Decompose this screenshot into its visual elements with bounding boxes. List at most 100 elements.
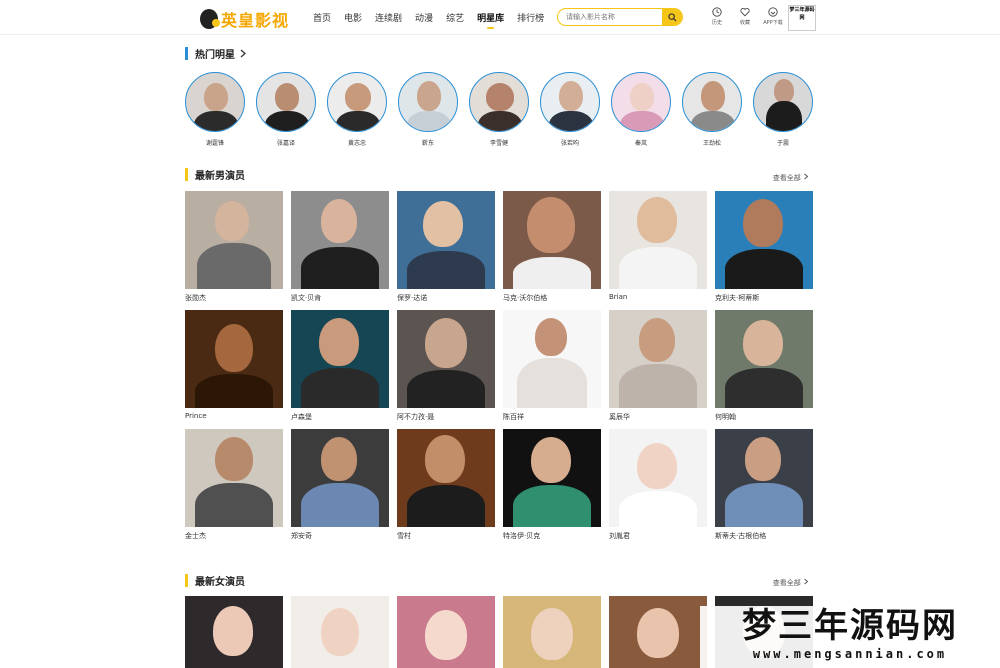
actor-name: 刘胤君 [609,532,630,540]
favorites-button[interactable]: 收藏 [734,7,756,26]
actor-name: 金士杰 [185,532,206,540]
actress-card[interactable] [609,596,707,668]
star-name: 李雪健 [489,140,508,147]
more-label: 查看全部 [772,174,801,182]
nav-anime[interactable]: 动漫 [415,11,433,24]
nav-ranking[interactable]: 排行榜 [517,11,544,24]
search-button[interactable] [662,9,682,25]
actor-photo [185,191,283,289]
actor-card[interactable]: 卢森堡 [291,310,389,422]
actor-card[interactable]: 张勋杰 [185,191,283,303]
actor-photo [185,310,283,408]
actor-card[interactable]: 何明翰 [715,310,813,422]
hot-stars-heading[interactable]: 热门明星 [185,46,247,61]
app-download-button[interactable]: APP下载 [762,7,784,26]
actor-card[interactable]: Brian [609,191,707,303]
actor-photo [291,191,389,289]
star-avatar [185,72,245,132]
actor-photo [609,191,707,289]
history-button[interactable]: 历史 [706,7,728,26]
actor-name: 马克·沃尔伯格 [503,294,548,302]
qr-code: 梦三年源码网 [788,5,816,31]
actor-card[interactable]: 刘胤君 [609,429,707,541]
actor-name: 何明翰 [715,413,736,421]
nav-home[interactable]: 首页 [313,11,331,24]
actor-card[interactable]: 雪村 [397,429,495,541]
actor-name: 陈百祥 [503,413,524,421]
star-item[interactable]: 秦岚 [611,72,671,147]
hot-stars-list: 谢霆锋 张嘉译 黄志忠 靳东 李雪健 张若昀 秦岚 王劲松 于震 [185,72,824,147]
star-item[interactable]: 王劲松 [682,72,742,147]
female-actors-heading: 最新女演员 [185,573,245,588]
actor-card[interactable]: 特洛伊·贝克 [503,429,601,541]
star-item[interactable]: 黄志忠 [327,72,387,147]
logo-icon [200,9,220,29]
actor-card[interactable]: Prince [185,310,283,422]
actor-name: 特洛伊·贝克 [503,532,541,540]
nav-stars[interactable]: 明星库 [477,11,504,29]
actor-card[interactable]: 凯文·贝肯 [291,191,389,303]
actress-card[interactable] [397,596,495,668]
star-item[interactable]: 张若昀 [540,72,600,147]
actress-card[interactable] [503,596,601,668]
actor-name: Prince [185,412,207,420]
male-actors-more-link[interactable]: 查看全部 [773,173,809,183]
actor-card[interactable]: 斯蒂夫·古根伯格 [715,429,813,541]
nav-movies[interactable]: 电影 [344,11,362,24]
actor-card[interactable]: 阿不力孜·聂 [397,310,495,422]
actor-name: 郑安奇 [291,532,312,540]
actor-name: Brian [609,293,628,301]
section-bar [185,47,188,60]
nav-variety[interactable]: 综艺 [446,11,464,24]
actor-card[interactable]: 马克·沃尔伯格 [503,191,601,303]
phone-icon [768,7,778,17]
actress-card[interactable] [291,596,389,668]
actor-name: 阿不力孜·聂 [397,413,435,421]
star-name: 秦岚 [634,140,647,147]
top-header: 英皇影视 首页 电影 连续剧 动漫 综艺 明星库 排行榜 历史 [0,0,1000,35]
actor-photo [503,310,601,408]
actor-card[interactable]: 保罗·达诺 [397,191,495,303]
star-item[interactable]: 李雪健 [469,72,529,147]
main-nav: 首页 电影 连续剧 动漫 综艺 明星库 排行榜 [313,11,557,29]
male-actors-title: 最新男演员 [195,171,245,182]
actress-photo [291,596,389,668]
female-actors-more-link[interactable]: 查看全部 [773,578,809,588]
actor-card[interactable]: 奚辰华 [609,310,707,422]
actor-photo [715,429,813,527]
clock-icon [712,7,722,17]
actress-card[interactable] [185,596,283,668]
header-tools: 历史 收藏 APP下载 [706,7,790,26]
actor-card[interactable]: 陈百祥 [503,310,601,422]
star-avatar [753,72,813,132]
nav-series[interactable]: 连续剧 [375,11,402,24]
chevron-right-icon [804,578,809,585]
section-bar [185,168,188,181]
actor-photo [715,310,813,408]
star-avatar [611,72,671,132]
actor-card[interactable]: 克利夫·柯蒂斯 [715,191,813,303]
actress-photo [397,596,495,668]
star-item[interactable]: 靳东 [398,72,458,147]
actor-name: 卢森堡 [291,413,312,421]
star-item[interactable]: 张嘉译 [256,72,316,147]
search-icon [667,12,677,22]
actor-name: 奚辰华 [609,413,630,421]
search-input[interactable] [558,9,662,25]
hot-stars-title: 热门明星 [195,50,235,61]
actor-name: 克利夫·柯蒂斯 [715,294,760,302]
chevron-right-icon [240,49,246,58]
actor-photo [397,310,495,408]
star-item[interactable]: 于震 [753,72,813,147]
app-download-label: APP下载 [763,20,783,26]
actor-photo [609,429,707,527]
actor-card[interactable]: 郑安奇 [291,429,389,541]
star-item[interactable]: 谢霆锋 [185,72,245,147]
star-avatar [256,72,316,132]
actor-card[interactable]: 金士杰 [185,429,283,541]
watermark-url: www.mengsannian.com [752,647,948,661]
section-bar [185,574,188,587]
actress-photo [609,596,707,668]
actor-name: 雪村 [397,532,411,540]
site-logo[interactable]: 英皇影视 [200,7,289,31]
